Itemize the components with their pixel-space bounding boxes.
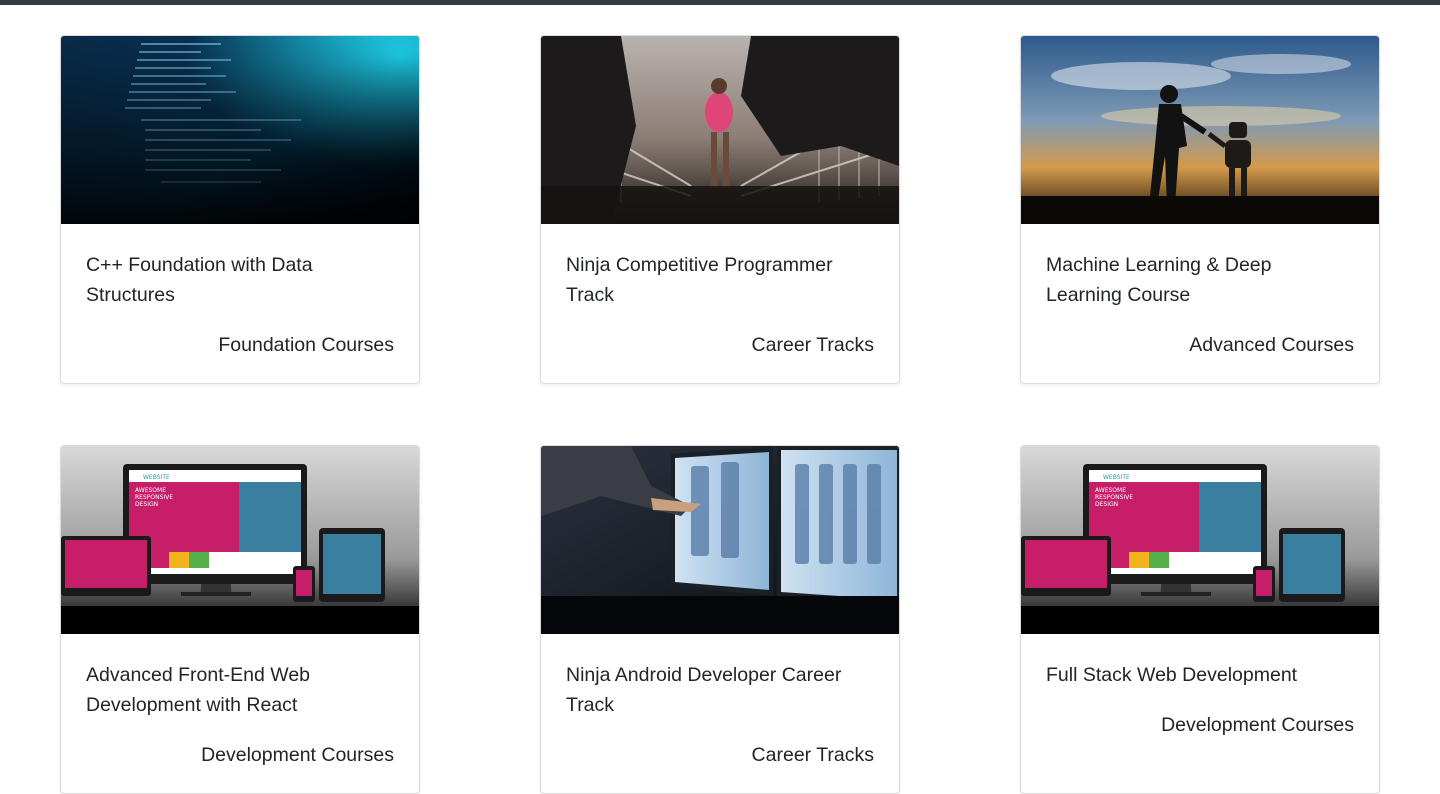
headline-line1: AWESOME (1095, 487, 1126, 494)
course-title: Ninja Android Developer Career Track (566, 664, 842, 716)
headline-line1: AWESOME (135, 487, 166, 494)
course-image (541, 446, 899, 634)
course-card[interactable]: WEBSITE AWESOME RESPONSIVE DESIGN Advanc… (60, 445, 420, 794)
headline-line3: DESIGN (1095, 501, 1118, 508)
course-image: WEBSITE AWESOME RESPONSIVE DESIGN (61, 446, 419, 634)
course-image (1021, 36, 1379, 224)
course-grid: C++ Foundation with Data Structures Foun… (0, 0, 1440, 794)
course-category: Foundation Courses (218, 334, 394, 356)
course-image (61, 36, 419, 224)
course-card[interactable]: Ninja Android Developer Career Track Car… (540, 445, 900, 794)
course-image: WEBSITE AWESOME RESPONSIVE DESIGN (1021, 446, 1379, 634)
course-title: Full Stack Web Development (1046, 664, 1298, 686)
course-category: Advanced Courses (1189, 334, 1354, 356)
course-category: Development Courses (1161, 714, 1354, 736)
course-image (541, 36, 899, 224)
course-card[interactable]: WEBSITE AWESOME RESPONSIVE DESIGN Full S… (1020, 445, 1380, 794)
course-category: Career Tracks (751, 334, 874, 356)
site-label: WEBSITE (1103, 474, 1130, 481)
course-title: C++ Foundation with Data Structures (86, 254, 313, 306)
course-card[interactable]: Machine Learning & Deep Learning Course … (1020, 35, 1380, 384)
headline-line2: RESPONSIVE (135, 494, 173, 501)
course-card[interactable]: C++ Foundation with Data Structures Foun… (60, 35, 420, 384)
course-category: Career Tracks (751, 744, 874, 766)
course-title: Advanced Front-End Web Development with … (86, 664, 311, 716)
course-title: Machine Learning & Deep Learning Course (1046, 254, 1272, 306)
headline-line3: DESIGN (135, 501, 158, 508)
course-title: Ninja Competitive Programmer Track (566, 254, 833, 306)
headline-line2: RESPONSIVE (1095, 494, 1133, 501)
course-category: Development Courses (201, 744, 394, 766)
site-label: WEBSITE (143, 474, 170, 481)
course-card[interactable]: Ninja Competitive Programmer Track Caree… (540, 35, 900, 384)
